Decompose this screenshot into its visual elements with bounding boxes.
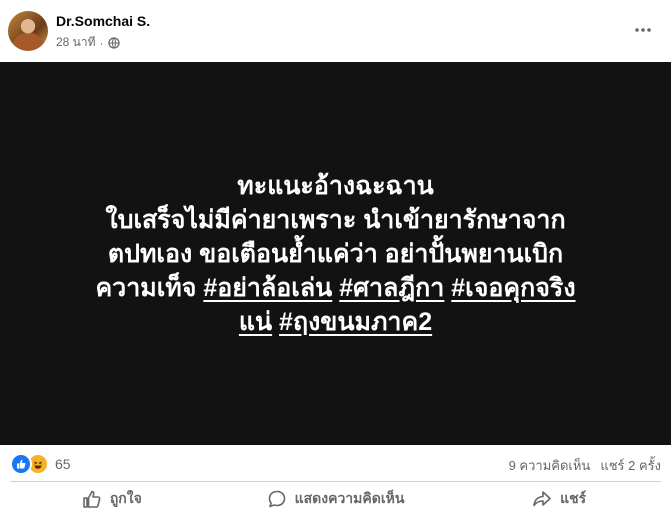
post-line: ความเท็จ #อย่าล้อเล่น #ศาลฎีกา #เจอคุกจร… — [16, 271, 656, 305]
share-label: แชร์ — [560, 489, 587, 506]
comment-button[interactable]: แสดงความคิดเห็น — [224, 484, 448, 513]
post-text: ทะแนะอ้างฉะฉาน ใบเสร็จไม่มีค่ายาเพราะ นำ… — [16, 169, 656, 339]
comment-label: แสดงความคิดเห็น — [294, 489, 405, 506]
reactions-summary[interactable]: 65 — [10, 453, 71, 475]
post-line: ตปทเอง ขอเตือนย้ำแค่ว่า อย่าปั้นพยานเบิก — [107, 239, 564, 268]
post-line-text: ความเท็จ — [95, 273, 197, 302]
thumbs-up-icon — [83, 490, 101, 508]
post-line: แน่ #ฤงขนมภาค2 — [16, 305, 656, 339]
share-count-link[interactable]: แชร์ 2 ครั้ง — [600, 455, 661, 476]
post-stats: 65 9 ความคิดเห็น แชร์ 2 ครั้ง — [0, 445, 671, 479]
more-options-icon[interactable] — [633, 20, 653, 40]
hashtag-link[interactable]: #อย่าล้อเล่น — [203, 274, 332, 302]
reaction-count: 65 — [55, 456, 71, 472]
time-separator: · — [99, 35, 104, 50]
post-line-text: แน่ — [238, 307, 273, 336]
author-name[interactable]: Dr.Somchai S. — [56, 13, 150, 29]
like-reaction-icon — [10, 453, 32, 475]
post-time[interactable]: 28 นาที — [56, 33, 96, 52]
like-label: ถูกใจ — [109, 489, 142, 506]
post-action-bar: ถูกใจ แสดงความคิดเห็น แชร์ — [0, 484, 671, 513]
hashtag-link[interactable]: #เจอคุกจริง — [451, 274, 575, 302]
action-divider — [10, 481, 661, 482]
post-header: Dr.Somchai S. 28 นาที · — [0, 0, 671, 62]
post-text-background: ทะแนะอ้างฉะฉาน ใบเสร็จไม่มีค่ายาเพราะ นำ… — [0, 62, 671, 445]
author-avatar[interactable] — [8, 11, 48, 51]
engagement-counts: 9 ความคิดเห็น แชร์ 2 ครั้ง — [509, 455, 661, 476]
share-button[interactable]: แชร์ — [447, 484, 671, 513]
comment-bubble-icon — [268, 490, 285, 507]
like-button[interactable]: ถูกใจ — [0, 484, 224, 513]
share-arrow-icon — [533, 490, 551, 506]
comment-count-link[interactable]: 9 ความคิดเห็น — [509, 455, 591, 476]
globe-icon[interactable] — [107, 36, 120, 49]
post-line: ทะแนะอ้างฉะฉาน — [237, 171, 434, 200]
hashtag-link[interactable]: #ฤงขนมภาค2 — [279, 308, 432, 336]
post-line: ใบเสร็จไม่มีค่ายาเพราะ นำเข้ายารักษาจาก — [105, 205, 566, 234]
post-meta: 28 นาที · — [56, 33, 120, 52]
hashtag-link[interactable]: #ศาลฎีกา — [339, 274, 444, 302]
